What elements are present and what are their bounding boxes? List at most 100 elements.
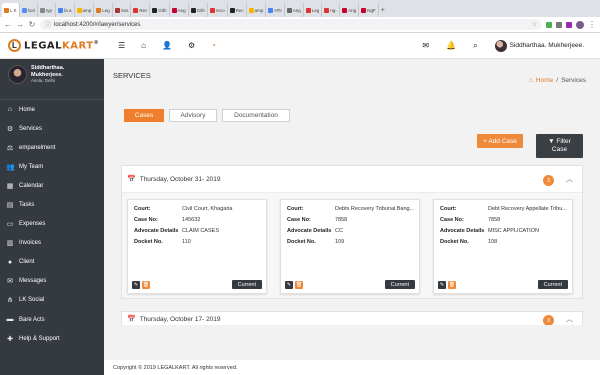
mail-icon[interactable]: ✉	[422, 41, 429, 50]
case-field-court: Court: Civil Court, Khagaria	[134, 206, 262, 213]
edit-icon[interactable]: ✎	[285, 280, 293, 289]
new-tab-button[interactable]: +	[381, 3, 385, 17]
legalkart-logo[interactable]: L LEGALKART®	[0, 39, 108, 52]
case-card[interactable]: Court: Civil Court, Khagaria Case No: 14563…	[127, 199, 267, 294]
sidebar-item-label: Calendar	[19, 182, 44, 189]
extension-icon[interactable]	[566, 21, 572, 28]
browser-tab[interactable]: L K	[2, 3, 20, 17]
sidebar-profile[interactable]: Siddharthaa. Mukherjeee. Asola, Delhi	[0, 59, 104, 100]
field-value: 7858	[335, 217, 348, 223]
browser-tab[interactable]: reco	[208, 3, 228, 17]
sidebar-item-my-team[interactable]: 👥 My Team	[0, 157, 104, 176]
browser-tab[interactable]: amp	[75, 3, 95, 17]
browser-tab[interactable]: HTI	[266, 3, 285, 17]
browser-tab[interactable]: Rec	[131, 3, 151, 17]
sidebar-item-lk-social[interactable]: ⋔ LK Social	[0, 291, 104, 310]
sidebar-item-services[interactable]: ⚙ Services	[0, 119, 104, 138]
user-icon[interactable]: 👤	[162, 41, 172, 50]
url-input[interactable]: ⓘ localhost:4200/#/lawyer/services ☆	[40, 19, 542, 30]
home-icon[interactable]: ⌂	[141, 41, 146, 50]
messages-icon: ✉	[7, 278, 13, 286]
sidebar-item-messages[interactable]: ✉ Messages	[0, 272, 104, 291]
sidebar-item-invoices[interactable]: ▥ Invoices	[0, 234, 104, 253]
tab-cases[interactable]: Cases	[124, 109, 164, 122]
forward-icon[interactable]: →	[16, 20, 24, 29]
bare-acts-icon: ▬	[6, 316, 14, 324]
sidebar-item-client[interactable]: ● Client	[0, 253, 104, 272]
bookmark-star-icon[interactable]: ☆	[532, 21, 537, 28]
delete-icon[interactable]: 🗑	[142, 280, 150, 289]
browser-tab[interactable]: NgF	[359, 3, 379, 17]
browser-tab-label: Ang	[348, 7, 357, 13]
edit-icon[interactable]: ✎	[132, 280, 140, 289]
tab-documentation[interactable]: Documentation	[222, 109, 290, 122]
settings-gear-icon[interactable]: ⚙	[188, 41, 195, 50]
delete-icon[interactable]: 🗑	[295, 280, 303, 289]
tab-favicon-icon	[171, 7, 177, 13]
browser-tab[interactable]: Ang	[340, 3, 360, 17]
browser-tab[interactable]: Leg	[304, 3, 323, 17]
filter-case-button[interactable]: ▼ Filter Case	[536, 134, 583, 158]
tab-favicon-icon	[286, 7, 292, 13]
browser-tab[interactable]: Sss	[113, 3, 132, 17]
case-field-case-no: Case No: 7858	[440, 217, 568, 224]
case-field-advocate-details: Advocate Details CLAIM CASES	[134, 228, 262, 235]
reload-icon[interactable]: ↻	[28, 20, 36, 29]
browser-menu-icon[interactable]: ⋮	[588, 20, 596, 29]
breadcrumb-home-icon[interactable]: ⌂	[529, 77, 533, 84]
browser-address-bar: ← → ↻ ⓘ localhost:4200/#/lawyer/services…	[0, 17, 600, 33]
browser-tab[interactable]: Gith	[150, 3, 170, 17]
profile-location: Asola, Delhi	[31, 78, 56, 83]
browser-tab[interactable]: fa a	[56, 3, 75, 17]
sidebar-item-help-support[interactable]: ✚ Help & Support	[0, 329, 104, 348]
field-label: Docket No.	[287, 239, 316, 245]
extension-icon[interactable]	[556, 21, 562, 28]
tab-favicon-icon	[229, 7, 235, 13]
back-icon[interactable]: ←	[4, 20, 12, 29]
search-icon[interactable]: ⌕	[473, 41, 477, 51]
tab-advisory[interactable]: Advisory	[169, 109, 217, 122]
browser-tab[interactable]: Ang	[170, 3, 189, 17]
case-field-advocate-details: Advocate Details MISC APPLICATION	[440, 228, 568, 235]
case-card[interactable]: Court: Debts Recovery Tribunal Bang... Cas…	[280, 199, 420, 294]
sidebar-item-tasks[interactable]: ▤ Tasks	[0, 195, 104, 214]
field-label: Case No:	[440, 217, 464, 223]
chevron-up-icon[interactable]: ︿	[566, 314, 573, 324]
sidebar-item-label: Tasks	[19, 202, 35, 209]
browser-tab[interactable]: ng-	[322, 3, 341, 17]
group-header[interactable]: 📅 Thursday, October 17- 2019 3 ︿	[122, 312, 582, 325]
delete-icon[interactable]: 🗑	[448, 280, 456, 289]
browser-tab-label: amp	[254, 7, 264, 13]
user-menu[interactable]: Siddharthaa. Mukherjeee.	[494, 39, 584, 52]
browser-tab[interactable]: Leg	[94, 3, 113, 17]
browser-tab[interactable]: Rec	[228, 3, 247, 17]
browser-tab[interactable]: amp	[247, 3, 267, 17]
sidebar-item-expenses[interactable]: ▭ Expenses	[0, 215, 104, 234]
rss-feed-icon[interactable]: ◔	[211, 41, 216, 50]
hamburger-menu-icon[interactable]: ☰	[118, 41, 125, 50]
sidebar-item-home[interactable]: ⌂ Home	[0, 100, 104, 119]
extension-icon[interactable]	[546, 21, 552, 28]
current-status-button[interactable]: Current	[537, 280, 568, 289]
browser-tab[interactable]: typ	[38, 3, 57, 17]
chevron-up-icon[interactable]: ︿	[566, 174, 573, 184]
browser-tab[interactable]: loni	[20, 3, 39, 17]
group-header[interactable]: 📅 Thursday, October 31- 2019 3 ︿	[122, 166, 582, 193]
sidebar-item-bare-acts[interactable]: ▬ Bare Acts	[0, 310, 104, 329]
browser-profile-avatar[interactable]	[576, 20, 584, 29]
sidebar-item-calendar[interactable]: ▦ Calendar	[0, 176, 104, 195]
sidebar-item-empanelment[interactable]: ⚖ empanelment	[0, 138, 104, 157]
browser-tab[interactable]: Gith	[189, 3, 208, 17]
add-case-button[interactable]: + Add Case	[477, 134, 523, 148]
edit-icon[interactable]: ✎	[438, 280, 446, 289]
bell-icon[interactable]: 🔔	[446, 41, 456, 50]
expenses-icon: ▭	[6, 221, 14, 229]
profile-name: Siddharthaa. Mukherjeee.	[31, 65, 65, 78]
current-status-button[interactable]: Current	[384, 280, 415, 289]
field-label: Advocate Details	[287, 228, 332, 234]
breadcrumb-home[interactable]: Home	[536, 77, 553, 84]
tab-favicon-icon	[248, 7, 254, 13]
current-status-button[interactable]: Current	[231, 280, 262, 289]
case-card[interactable]: Court: Debt Recovery Appellate Tribu... Ca…	[433, 199, 573, 294]
browser-tab[interactable]: Ang	[285, 3, 304, 17]
